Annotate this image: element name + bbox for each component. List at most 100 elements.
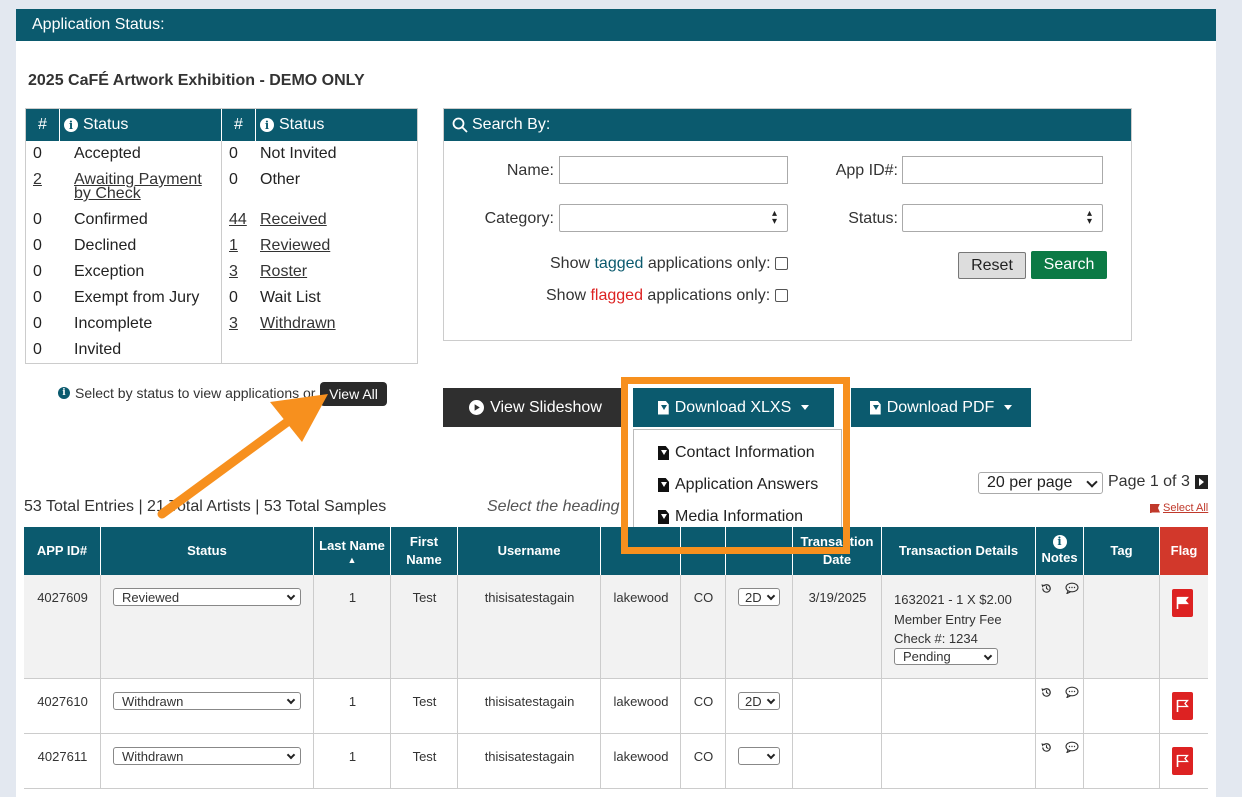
status-count-text: 0 — [33, 145, 42, 162]
status-label-link[interactable]: Received — [260, 211, 327, 228]
status-label: Wait List — [256, 285, 417, 311]
status-count: 0 — [222, 167, 256, 207]
status-label-link[interactable]: Roster — [260, 263, 307, 280]
status-column-header: i Status — [256, 109, 417, 141]
sort-asc-icon: ▲ — [347, 555, 357, 565]
col-username[interactable]: Username — [458, 527, 601, 575]
status-label: Status: — [848, 210, 898, 227]
status-label: Confirmed — [60, 207, 222, 233]
flag-toggle-button[interactable] — [1172, 589, 1193, 617]
col-first-name[interactable]: First Name — [391, 527, 458, 575]
cell-divider — [792, 679, 793, 733]
annotation-arrow-icon — [157, 394, 328, 519]
payment-status-select[interactable]: Pending — [894, 648, 998, 665]
app-id-input[interactable] — [902, 156, 1103, 184]
chevron-down-icon — [766, 750, 776, 760]
history-icon[interactable] — [1040, 582, 1053, 598]
status-count-link[interactable]: 3 — [229, 263, 238, 280]
exhibition-title: 2025 CaFÉ Artwork Exhibition - DEMO ONLY — [28, 72, 365, 89]
cell-divider — [792, 734, 793, 788]
status-select-value: Reviewed — [122, 589, 180, 605]
info-icon: i — [1052, 535, 1067, 549]
name-input[interactable] — [559, 156, 788, 184]
comment-icon[interactable] — [1065, 741, 1079, 756]
status-label-text: Declined — [74, 237, 137, 254]
col-app-id[interactable]: APP ID# — [24, 527, 101, 575]
status-select[interactable]: Withdrawn — [113, 747, 301, 765]
heading-hint: Select the heading — [487, 498, 620, 515]
cell-divider — [1035, 734, 1036, 788]
status-select-value: Withdrawn — [122, 748, 184, 764]
status-select[interactable]: Withdrawn — [113, 692, 301, 710]
status-count: 3 — [222, 259, 256, 285]
next-page-button[interactable] — [1195, 475, 1208, 489]
status-label-text: Exempt from Jury — [74, 289, 200, 306]
status-label-link[interactable]: Reviewed — [260, 237, 330, 254]
app-id-cell: 4027609 — [37, 590, 88, 605]
tagged-only-checkbox[interactable] — [775, 257, 788, 270]
flag-toggle-button[interactable] — [1172, 747, 1193, 775]
status-count-text: 0 — [33, 237, 42, 254]
status-row: 0 Accepted 0 Not Invited — [26, 141, 417, 167]
col-last-name[interactable]: Last Name ▲ — [314, 527, 391, 575]
status-label: Withdrawn — [256, 311, 417, 337]
download-pdf-button[interactable]: Download PDF — [851, 388, 1031, 427]
chevron-down-icon — [286, 591, 296, 601]
status-count-text: 0 — [33, 263, 42, 280]
status-row: 0 Exempt from Jury 0 Wait List — [26, 285, 417, 311]
view-slideshow-button[interactable]: View Slideshow — [443, 388, 628, 427]
history-icon[interactable] — [1040, 686, 1053, 702]
status-count: 0 — [222, 141, 256, 167]
chevron-down-icon — [286, 695, 296, 705]
status-count-link[interactable]: 2 — [33, 171, 42, 188]
status-count-text: 0 — [229, 171, 238, 188]
state-cell: CO — [693, 590, 714, 605]
status-select[interactable]: ▴ ▾ — [902, 204, 1103, 232]
transaction-date-cell: 3/19/2025 — [808, 590, 867, 605]
chevron-down-icon — [286, 750, 296, 760]
history-icon[interactable] — [1040, 741, 1053, 757]
status-label-link[interactable]: Withdrawn — [260, 315, 336, 332]
category-select[interactable]: 2D — [738, 692, 780, 710]
status-count — [222, 337, 256, 363]
first-name-cell: Test — [412, 590, 437, 605]
status-label-link[interactable]: Awaiting Payment by Check — [74, 171, 202, 202]
cell-divider — [1159, 679, 1160, 733]
category-select[interactable]: 2D — [738, 588, 780, 606]
cell-divider — [1035, 575, 1036, 678]
chevron-down-icon — [1086, 476, 1098, 488]
caret-down-icon — [1004, 405, 1013, 410]
flag-toggle-button[interactable] — [1172, 692, 1193, 720]
highlight-box — [621, 377, 850, 554]
select-all-flags-link[interactable]: Select All — [1150, 502, 1208, 514]
last-name-cell: 1 — [348, 590, 357, 605]
status-count: 0 — [26, 207, 60, 233]
status-label: Not Invited — [256, 141, 417, 167]
flag-icon — [1176, 699, 1189, 712]
status-label: Exempt from Jury — [60, 285, 222, 311]
col-transaction-details: Transaction Details — [882, 527, 1036, 575]
status-count-link[interactable]: 44 — [229, 211, 247, 228]
comment-icon[interactable] — [1065, 582, 1079, 597]
category-select-value: 2D — [745, 693, 762, 709]
tagged-only-label: Show tagged applications only: — [550, 255, 771, 272]
status-count-text: 0 — [33, 341, 42, 358]
status-summary-table: # i Status # i Status 0 Accepted 0 Not Invite… — [25, 108, 418, 364]
status-count-link[interactable]: 3 — [229, 315, 238, 332]
status-count-text: 0 — [33, 211, 42, 228]
flagged-only-checkbox[interactable] — [775, 289, 788, 302]
comment-icon[interactable] — [1065, 686, 1079, 701]
search-button[interactable]: Search — [1031, 251, 1107, 279]
col-status[interactable]: Status — [101, 527, 314, 575]
category-select[interactable]: ▴ ▾ — [559, 204, 788, 232]
app-id-label: App ID#: — [835, 162, 898, 179]
category-select[interactable] — [738, 747, 780, 765]
flag-icon — [1176, 596, 1189, 609]
reset-button[interactable]: Reset — [958, 252, 1026, 279]
per-page-select[interactable]: 20 per page — [978, 472, 1103, 494]
col-tag: Tag — [1084, 527, 1160, 575]
category-select-value: 2D — [745, 589, 762, 605]
status-count-text: 0 — [229, 289, 238, 306]
status-select[interactable]: Reviewed — [113, 588, 301, 606]
status-count-link[interactable]: 1 — [229, 237, 238, 254]
